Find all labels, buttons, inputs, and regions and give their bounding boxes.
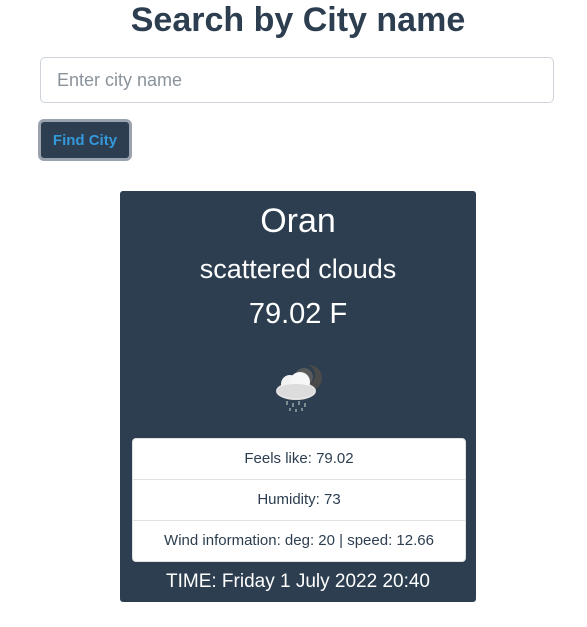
city-search-input[interactable]	[40, 57, 554, 103]
find-city-button[interactable]: Find City	[38, 119, 132, 161]
city-name: Oran	[260, 202, 336, 240]
time-label: TIME: Friday 1 July 2022 20:40	[165, 571, 430, 592]
weather-card: Oran scattered clouds 79.02 F Feels like…	[120, 191, 476, 602]
wind-info-item: Wind information: deg: 20 | speed: 12.66	[133, 520, 465, 561]
weather-description: scattered clouds	[199, 254, 397, 284]
temperature: 79.02 F	[248, 298, 348, 330]
weather-app: Search by City name Find City Oran scatt…	[0, 0, 587, 627]
feels-like-item: Feels like: 79.02	[244, 450, 354, 467]
cloud-rain-night-icon	[276, 364, 322, 412]
page-title: Search by City name	[130, 1, 466, 39]
weather-details-list: Feels like: 79.02 Humidity: 73 Wind info…	[132, 438, 466, 562]
humidity-item: Humidity: 73	[133, 479, 465, 520]
